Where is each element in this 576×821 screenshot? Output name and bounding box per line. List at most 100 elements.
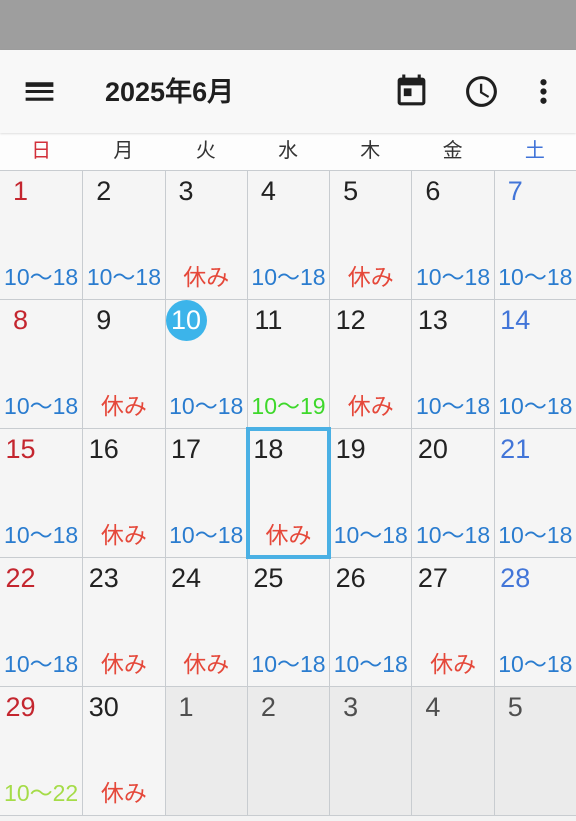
selected-day-cell[interactable]: 18 休み (245, 427, 332, 559)
menu-button[interactable] (21, 73, 58, 110)
next-month-day-cell[interactable]: 1 (164, 686, 247, 815)
day-number: 13 (417, 305, 448, 335)
schedule-label: 10〜18 (86, 264, 161, 290)
schedule-label: 10〜18 (4, 393, 79, 419)
day-number: 30 (88, 692, 119, 722)
more-vert-icon (525, 73, 562, 110)
status-bar (0, 0, 576, 50)
day-number: 23 (88, 563, 119, 593)
schedule-label: 10〜18 (333, 522, 408, 548)
day-cell[interactable]: 23 休み (82, 557, 165, 686)
day-cell[interactable]: 4 10〜18 (246, 170, 330, 299)
schedule-label: 10〜18 (498, 651, 573, 677)
clock-button[interactable] (463, 73, 500, 110)
schedule-label: 休み (265, 522, 312, 548)
day-cell[interactable]: 25 10〜18 (246, 557, 330, 686)
day-number: 11 (254, 305, 283, 335)
day-cell[interactable]: 28 10〜18 (493, 557, 576, 686)
today-button[interactable] (393, 73, 430, 110)
day-cell[interactable]: 14 10〜18 (493, 299, 576, 428)
schedule-label: 10〜18 (498, 264, 573, 290)
day-cell[interactable]: 22 10〜18 (0, 557, 83, 686)
day-number: 7 (507, 176, 523, 206)
day-cell[interactable]: 3 休み (164, 170, 247, 299)
day-cell[interactable]: 15 10〜18 (0, 428, 83, 557)
schedule-label: 休み (347, 264, 394, 290)
schedule-label: 10〜18 (415, 393, 491, 419)
schedule-label: 10〜18 (498, 393, 573, 419)
schedule-label: 10〜22 (4, 780, 79, 806)
day-number: 26 (335, 563, 366, 593)
day-cell[interactable]: 8 10〜18 (0, 299, 83, 428)
day-number: 15 (5, 434, 36, 464)
schedule-label: 10〜18 (251, 651, 326, 677)
next-month-day-cell[interactable]: 3 (329, 686, 412, 815)
day-cell[interactable]: 11 10〜19 (246, 299, 330, 428)
schedule-label: 休み (100, 651, 147, 677)
day-cell[interactable]: 21 10〜18 (493, 428, 576, 557)
day-cell[interactable]: 7 10〜18 (493, 170, 576, 299)
weekday-label: 日 (31, 140, 52, 162)
day-cell[interactable]: 12 休み (329, 299, 412, 428)
day-cell[interactable]: 1 10〜18 (0, 170, 83, 299)
day-cell[interactable]: 27 休み (411, 557, 494, 686)
schedule-label: 10〜18 (4, 522, 79, 548)
day-number: 4 (260, 176, 276, 206)
day-number: 24 (171, 563, 202, 593)
day-cell[interactable]: 29 10〜22 (0, 686, 83, 815)
next-month-day-cell[interactable]: 5 (493, 686, 576, 815)
day-number: 3 (178, 176, 194, 206)
day-number: 9 (96, 305, 112, 335)
day-number: 4 (425, 692, 441, 722)
day-number: 5 (507, 692, 523, 722)
day-cell[interactable]: 5 休み (329, 170, 412, 299)
day-number: 14 (500, 305, 531, 335)
day-number: 2 (260, 692, 276, 722)
day-cell[interactable]: 10 10〜18 (164, 299, 247, 428)
today-icon (393, 73, 430, 110)
schedule-label: 10〜18 (333, 651, 408, 677)
weekday-label: 土 (524, 140, 545, 162)
schedule-label: 休み (183, 264, 230, 290)
day-cell[interactable]: 24 休み (164, 557, 247, 686)
day-cell[interactable]: 20 10〜18 (411, 428, 494, 557)
day-cell[interactable]: 26 10〜18 (329, 557, 412, 686)
today-day-number: 10 (165, 300, 207, 341)
weekday-label: 火 (195, 140, 216, 162)
day-cell[interactable]: 16 休み (82, 428, 165, 557)
schedule-label: 10〜18 (4, 651, 79, 677)
day-number: 19 (335, 434, 366, 464)
more-options-button[interactable] (525, 73, 562, 110)
day-number: 6 (425, 176, 441, 206)
day-number: 22 (5, 563, 36, 593)
month-grid: 1 10〜18 2 10〜18 3 休み 4 10〜18 5 休み 6 10〜18 7 10〜18 8 10〜… (0, 170, 576, 816)
weekday-label: 水 (277, 140, 298, 162)
day-number: 25 (253, 563, 284, 593)
clock-icon (463, 73, 500, 110)
day-cell[interactable]: 30 休み (82, 686, 165, 815)
schedule-label: 休み (347, 393, 394, 419)
schedule-label: 10〜18 (251, 264, 326, 290)
day-cell[interactable]: 17 10〜18 (164, 428, 247, 557)
schedule-label: 10〜18 (498, 522, 573, 548)
day-cell[interactable]: 9 休み (82, 299, 165, 428)
schedule-label: 休み (183, 651, 230, 677)
app-bar: 2025年6月 (0, 50, 576, 133)
page-title: 2025年6月 (105, 77, 235, 107)
weekday-label: 木 (360, 140, 381, 162)
day-number: 20 (417, 434, 448, 464)
next-month-day-cell[interactable]: 2 (246, 686, 330, 815)
schedule-label: 10〜18 (169, 522, 244, 548)
day-cell[interactable]: 2 10〜18 (82, 170, 165, 299)
next-month-day-cell[interactable]: 4 (411, 686, 494, 815)
day-cell[interactable]: 6 10〜18 (411, 170, 494, 299)
day-cell[interactable]: 13 10〜18 (411, 299, 494, 428)
schedule-label: 休み (100, 522, 147, 548)
day-number: 1 (12, 176, 29, 206)
day-number: 1 (178, 692, 194, 722)
day-cell[interactable]: 19 10〜18 (329, 428, 412, 557)
schedule-label: 休み (100, 780, 147, 806)
day-number: 21 (500, 434, 531, 464)
day-number: 5 (343, 176, 359, 206)
schedule-label: 10〜18 (415, 264, 491, 290)
